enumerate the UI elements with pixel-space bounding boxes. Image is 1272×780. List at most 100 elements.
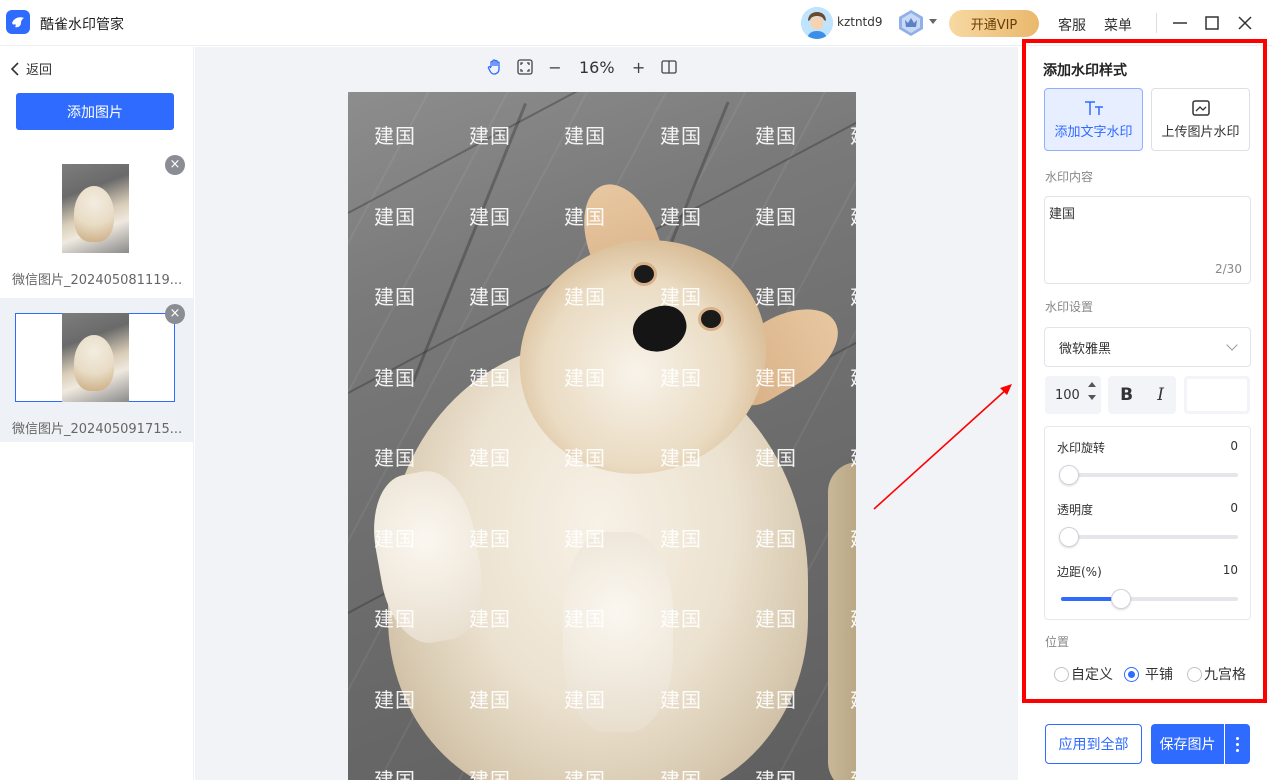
watermark-text-tile: 建国 bbox=[469, 688, 511, 712]
watermark-text-tile: 建国 bbox=[469, 527, 511, 551]
image-watermark-tab[interactable]: 上传图片水印 bbox=[1151, 88, 1250, 151]
watermark-text-tile: 建国 bbox=[850, 603, 856, 632]
margin-slider-handle[interactable] bbox=[1111, 589, 1131, 609]
watermark-text-tile: 建国 bbox=[850, 523, 856, 552]
watermark-text-tile: 建国 bbox=[469, 607, 511, 631]
image-list-sidebar: 返回 添加图片 × 微信图片_202405081119... × 微信图片_20… bbox=[0, 47, 194, 780]
text-format-group: B I bbox=[1108, 376, 1176, 414]
increment-icon[interactable] bbox=[1088, 382, 1096, 387]
watermark-text-tile: 建国 bbox=[660, 285, 702, 309]
image-list-item[interactable]: × 微信图片_202405081119... bbox=[0, 149, 193, 293]
zoom-in-button[interactable]: + bbox=[629, 57, 649, 77]
watermark-text-tile: 建国 bbox=[564, 768, 606, 780]
watermark-text-tile: 建国 bbox=[660, 688, 702, 712]
watermark-text-tile: 建国 bbox=[374, 688, 416, 712]
rotation-value: 0 bbox=[1230, 439, 1238, 453]
watermark-text-tile: 建国 bbox=[374, 366, 416, 390]
hand-pan-icon[interactable] bbox=[485, 57, 505, 77]
watermarked-photo: 建国 建国 建国 建国 建国 建国 建国 建国 建国 建国 建国 建国 建国 建国 建国 建国 建国 建国 建国 建国… bbox=[348, 92, 856, 780]
more-options-icon[interactable] bbox=[1225, 724, 1250, 764]
apply-to-all-button[interactable]: 应用到全部 bbox=[1045, 724, 1142, 764]
watermark-text-tile: 建国 bbox=[374, 205, 416, 229]
watermark-text-tile: 建国 bbox=[374, 285, 416, 309]
text-watermark-label: 添加文字水印 bbox=[1054, 125, 1133, 140]
watermark-text-tile: 建国 bbox=[469, 205, 511, 229]
opacity-slider[interactable] bbox=[1059, 527, 1238, 547]
margin-slider[interactable] bbox=[1061, 589, 1238, 609]
close-window-icon[interactable] bbox=[1234, 12, 1256, 34]
compare-view-icon[interactable] bbox=[659, 57, 679, 77]
vip-crown-icon[interactable] bbox=[897, 9, 925, 37]
chevron-down-icon bbox=[1226, 339, 1238, 351]
color-swatch-fill bbox=[1187, 379, 1247, 411]
maximize-icon[interactable] bbox=[1201, 12, 1223, 34]
watermark-text-tile: 建国 bbox=[850, 281, 856, 310]
image-filename: 微信图片_202405081119... bbox=[12, 273, 183, 288]
opacity-value: 0 bbox=[1230, 501, 1238, 515]
watermark-text-tile: 建国 bbox=[850, 764, 856, 780]
user-avatar[interactable] bbox=[801, 7, 833, 39]
save-image-button[interactable]: 保存图片 bbox=[1151, 724, 1224, 764]
decrement-icon[interactable] bbox=[1088, 395, 1096, 400]
watermark-text-tile: 建国 bbox=[374, 446, 416, 470]
menu-link[interactable]: 菜单 bbox=[1104, 15, 1132, 35]
app-logo-icon bbox=[6, 10, 30, 34]
watermark-text-tile: 建国 bbox=[660, 527, 702, 551]
watermark-text-tile: 建国 bbox=[469, 446, 511, 470]
bold-button[interactable]: B bbox=[1120, 385, 1133, 405]
text-watermark-tab[interactable]: 添加文字水印 bbox=[1044, 88, 1143, 151]
watermark-text-tile: 建国 bbox=[660, 446, 702, 470]
font-size-value: 100 bbox=[1055, 387, 1080, 403]
watermark-text-tile: 建国 bbox=[374, 124, 416, 148]
zoom-out-button[interactable]: − bbox=[545, 57, 565, 77]
radio-icon[interactable] bbox=[1187, 666, 1202, 682]
fit-screen-icon[interactable] bbox=[515, 57, 535, 77]
rotation-label: 水印旋转 bbox=[1057, 441, 1106, 455]
thumbnail-image bbox=[61, 313, 129, 402]
margin-value: 10 bbox=[1222, 563, 1238, 577]
rotation-slider[interactable] bbox=[1059, 465, 1238, 485]
minimize-icon[interactable] bbox=[1169, 12, 1191, 34]
watermark-text-tile: 建国 bbox=[850, 442, 856, 471]
font-family-select[interactable]: 微软雅黑 bbox=[1044, 327, 1251, 367]
color-picker[interactable] bbox=[1184, 376, 1250, 414]
open-vip-button[interactable]: 开通VIP bbox=[949, 10, 1039, 37]
watermark-text-tile: 建国 bbox=[850, 201, 856, 230]
position-option-grid[interactable]: 九宫格 bbox=[1187, 664, 1246, 684]
watermark-tile-layer: 建国 建国 建国 建国 建国 建国 建国 建国 建国 建国 建国 建国 建国 建国 建国 建国 建国 建国 建国 建国… bbox=[348, 92, 856, 780]
back-button[interactable]: 返回 bbox=[10, 59, 52, 78]
position-section-label: 位置 bbox=[1045, 635, 1070, 649]
settings-section-label: 水印设置 bbox=[1045, 300, 1094, 314]
watermark-text-tile: 建国 bbox=[469, 768, 511, 780]
character-counter: 2/30 bbox=[1215, 262, 1242, 276]
radio-icon[interactable] bbox=[1124, 666, 1139, 682]
add-image-button[interactable]: 添加图片 bbox=[16, 93, 174, 130]
position-option-custom[interactable]: 自定义 bbox=[1054, 664, 1113, 684]
font-family-value: 微软雅黑 bbox=[1059, 341, 1112, 357]
watermark-text-tile: 建国 bbox=[755, 607, 797, 631]
watermark-text-tile: 建国 bbox=[660, 205, 702, 229]
italic-button[interactable]: I bbox=[1157, 385, 1164, 405]
customer-service-link[interactable]: 客服 bbox=[1058, 15, 1086, 35]
watermark-text-tile: 建国 bbox=[755, 366, 797, 390]
font-size-stepper[interactable]: 100 bbox=[1045, 376, 1101, 414]
remove-image-icon[interactable]: × bbox=[165, 304, 185, 324]
watermark-text-tile: 建国 bbox=[755, 285, 797, 309]
position-option-label: 九宫格 bbox=[1204, 667, 1246, 683]
watermark-text-tile: 建国 bbox=[660, 366, 702, 390]
radio-icon[interactable] bbox=[1054, 666, 1069, 682]
margin-label: 边距(%) bbox=[1057, 565, 1102, 579]
watermark-text-tile: 建国 bbox=[755, 124, 797, 148]
username[interactable]: kztntd9 bbox=[837, 15, 883, 29]
window-controls-divider bbox=[1156, 13, 1157, 33]
annotation-arrow bbox=[873, 384, 1012, 510]
position-option-tile[interactable]: 平铺 bbox=[1124, 664, 1173, 684]
rotation-slider-handle[interactable] bbox=[1059, 465, 1079, 485]
image-list-item-selected[interactable]: × 微信图片_202405091715... bbox=[0, 298, 193, 442]
vip-dropdown-caret-icon[interactable] bbox=[929, 19, 937, 24]
thumbnail-image bbox=[61, 164, 129, 253]
remove-image-icon[interactable]: × bbox=[165, 155, 185, 175]
app-title: 酷雀水印管家 bbox=[40, 17, 124, 33]
opacity-slider-handle[interactable] bbox=[1059, 527, 1079, 547]
thumbnail-frame bbox=[15, 164, 175, 253]
